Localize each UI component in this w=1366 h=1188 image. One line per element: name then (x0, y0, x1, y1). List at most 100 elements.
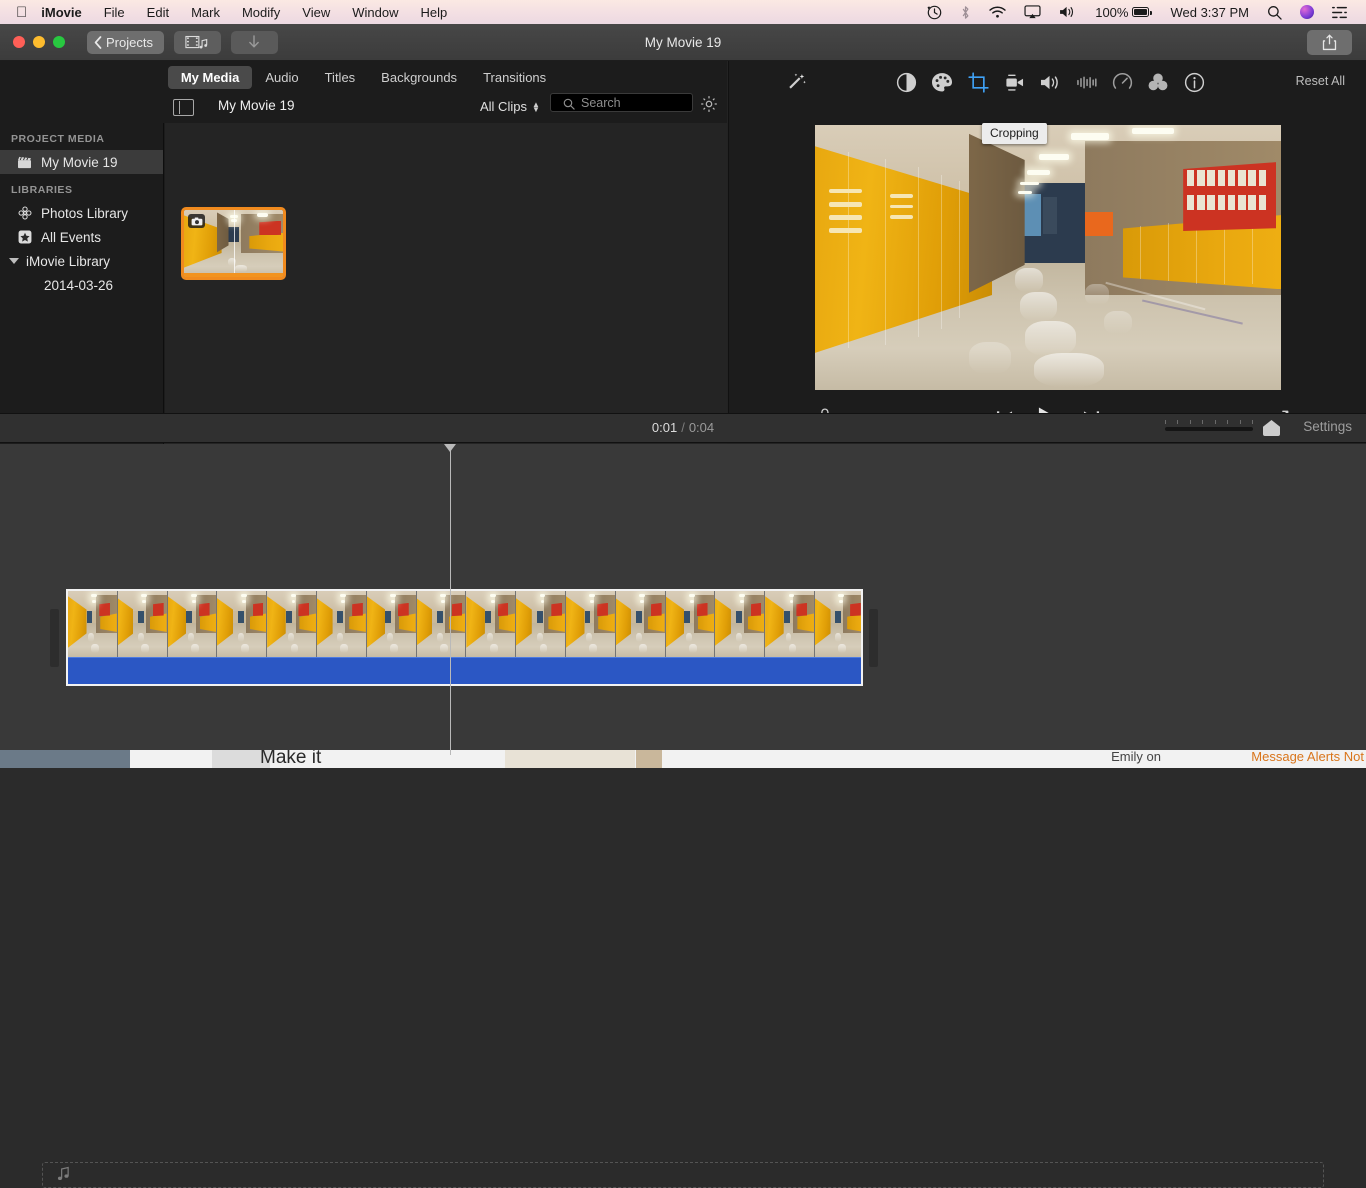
clapperboard-icon (16, 156, 33, 169)
wifi-icon[interactable] (980, 6, 1015, 19)
time-machine-icon[interactable] (918, 5, 951, 20)
photos-flower-icon (16, 206, 33, 220)
sidebar-toggle-icon[interactable] (173, 99, 194, 116)
libraries-header: LIBRARIES (11, 184, 73, 196)
video-preview[interactable] (815, 125, 1281, 390)
menu-item-modify[interactable]: Modify (231, 5, 291, 20)
browser-title: My Movie 19 (218, 98, 295, 113)
zoom-slider[interactable] (1165, 427, 1253, 431)
macos-menu-bar:  iMovie File Edit Mark Modify View Wind… (0, 0, 1366, 24)
back-to-projects-button[interactable]: Projects (87, 30, 164, 54)
camera-badge-icon (188, 214, 205, 228)
clip-audio-waveform[interactable] (68, 657, 861, 684)
tab-transitions[interactable]: Transitions (470, 66, 559, 89)
filmstrip-frame (217, 591, 268, 657)
share-button[interactable] (1307, 29, 1352, 55)
filmstrip-frame (316, 591, 367, 657)
tab-backgrounds[interactable]: Backgrounds (368, 66, 470, 89)
viewer-pane: Reset All Cropping (728, 61, 1366, 430)
window-traffic-lights (0, 36, 65, 48)
timeline-pane[interactable] (0, 444, 1366, 1188)
gear-icon[interactable] (700, 95, 718, 118)
sidebar-item-imovie-library[interactable]: iMovie Library (0, 249, 163, 273)
media-grid (165, 123, 727, 450)
import-media-button[interactable] (173, 30, 221, 54)
sidebar-item-photos-library[interactable]: Photos Library (0, 201, 163, 225)
menu-item-edit[interactable]: Edit (136, 5, 180, 20)
information-icon[interactable] (1177, 65, 1211, 99)
menu-bar-clock[interactable]: Wed 3:37 PM (1158, 5, 1258, 20)
airplay-icon[interactable] (1015, 5, 1050, 19)
close-button[interactable] (13, 36, 25, 48)
media-clip-thumbnail[interactable] (181, 207, 286, 280)
battery-charging-icon[interactable] (1132, 7, 1158, 17)
time-separator: / (681, 420, 685, 435)
cropping-icon[interactable] (961, 65, 995, 99)
filmstrip-frame (366, 591, 417, 657)
stabilization-camera-icon[interactable] (997, 65, 1031, 99)
playhead[interactable] (444, 444, 456, 755)
sidebar-item-label: 2014-03-26 (44, 277, 114, 293)
menu-app-name[interactable]: iMovie (41, 5, 92, 20)
volume-icon[interactable] (1050, 5, 1086, 19)
filmstrip-frame (715, 591, 766, 657)
disclosure-triangle-icon[interactable] (8, 258, 20, 264)
battery-percent-label: 100% (1095, 4, 1129, 20)
tab-audio[interactable]: Audio (252, 66, 311, 89)
filmstrip-frame (416, 591, 467, 657)
sidebar-item-label: Photos Library (41, 205, 129, 221)
tab-titles[interactable]: Titles (312, 66, 369, 89)
color-balance-icon[interactable] (889, 65, 923, 99)
clip-filter-circles-icon[interactable] (1141, 65, 1175, 99)
timeline-settings-button[interactable]: Settings (1303, 419, 1352, 434)
enhance-magic-wand-icon[interactable] (779, 65, 813, 99)
music-drop-zone[interactable] (42, 1162, 1324, 1188)
bulletin-board (1183, 162, 1277, 231)
bluetooth-icon[interactable] (951, 5, 980, 20)
sidebar-item-all-events[interactable]: All Events (0, 225, 163, 249)
menu-item-help[interactable]: Help (409, 5, 458, 20)
search-input[interactable]: Search (550, 93, 693, 112)
window-title-bar: Projects My Movie 19 (0, 24, 1366, 61)
volume-speaker-icon[interactable] (1033, 65, 1067, 99)
all-clips-filter-dropdown[interactable]: All Clips ▲ ▼ (480, 99, 540, 114)
menu-item-file[interactable]: File (93, 5, 136, 20)
download-button[interactable] (230, 30, 278, 54)
clip-trim-handle-right[interactable] (869, 609, 878, 667)
tab-my-media[interactable]: My Media (167, 65, 253, 89)
filmstrip-frame (267, 591, 317, 657)
hallway-preview-art (815, 125, 1281, 390)
browser-tab-bar: My Media Audio Titles Backgrounds Transi… (0, 61, 727, 89)
reset-all-button[interactable]: Reset All (1296, 74, 1345, 88)
clip-used-indicator (184, 273, 283, 277)
total-time: 0:04 (688, 420, 715, 435)
siri-icon[interactable] (1291, 5, 1323, 19)
library-sidebar: PROJECT MEDIA My Movie 19 LIBRARIES Phot… (0, 123, 164, 450)
control-center-icon[interactable] (1323, 6, 1356, 19)
chevron-left-icon (94, 35, 102, 49)
background-window-alert-text: Message Alerts Not (1251, 750, 1364, 764)
viewer-adjustment-toolbar: Reset All (729, 61, 1366, 103)
spotlight-search-icon[interactable] (1258, 5, 1291, 20)
background-window-sliver[interactable]: Make it Emily on Message Alerts Not (0, 750, 1366, 768)
filmstrip-frame (814, 591, 861, 657)
clip-filmstrip (68, 591, 861, 657)
timeline-toolbar: 0:01/0:04 Settings (0, 413, 1366, 443)
filmstrip-frame (68, 591, 118, 657)
current-time: 0:01 (651, 420, 678, 435)
menu-item-mark[interactable]: Mark (180, 5, 231, 20)
filmstrip-frame (466, 591, 517, 657)
noise-reduction-equalizer-icon[interactable] (1069, 65, 1103, 99)
sidebar-item-my-movie-19[interactable]: My Movie 19 (0, 150, 163, 174)
sidebar-item-event-2014-03-26[interactable]: 2014-03-26 (0, 273, 163, 297)
menu-item-window[interactable]: Window (341, 5, 409, 20)
search-icon (563, 98, 575, 110)
timeline-clip[interactable] (66, 589, 863, 686)
apple-icon[interactable]:  (16, 5, 27, 20)
speed-gauge-icon[interactable] (1105, 65, 1139, 99)
minimize-button[interactable] (33, 36, 45, 48)
maximize-button[interactable] (53, 36, 65, 48)
color-correction-palette-icon[interactable] (925, 65, 959, 99)
clip-trim-handle-left[interactable] (50, 609, 59, 667)
menu-item-view[interactable]: View (291, 5, 341, 20)
